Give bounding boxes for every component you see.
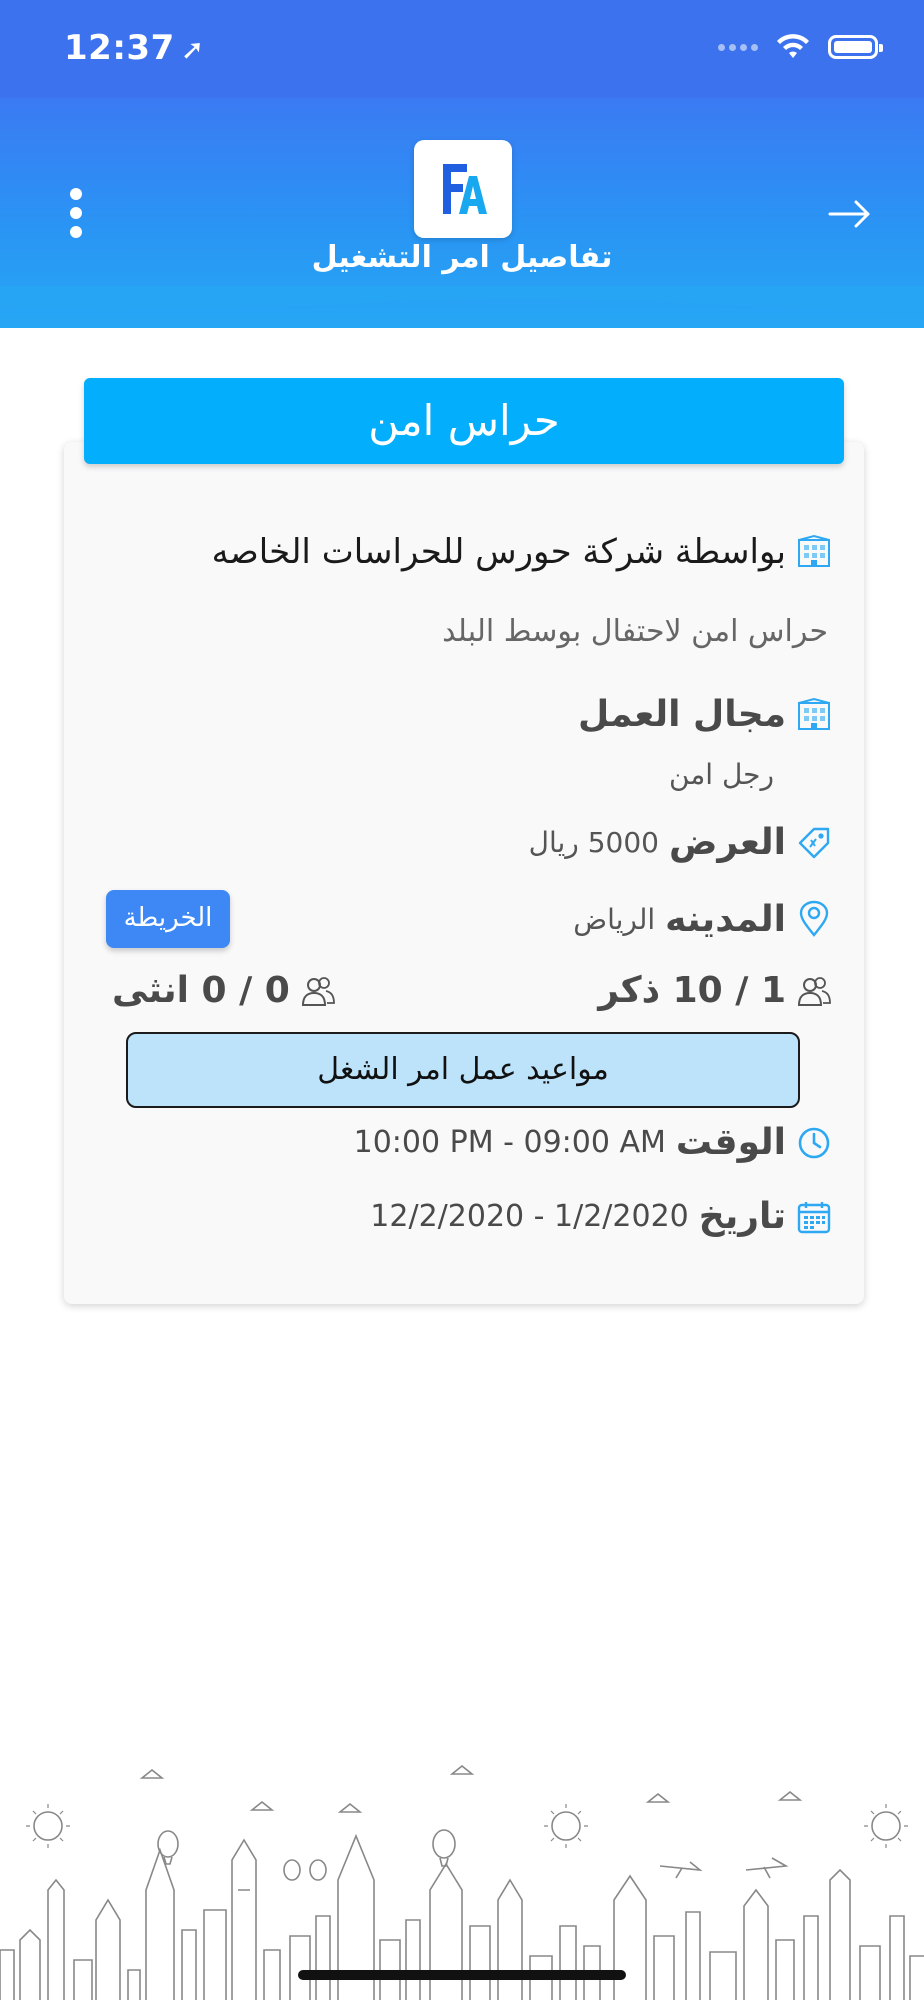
male-count: 1 / 10 ذكر — [598, 970, 786, 1011]
app-logo — [414, 140, 512, 238]
offer-row: العرض 5000 ريال — [529, 822, 832, 863]
building-icon — [798, 697, 830, 730]
users-icon — [301, 976, 335, 1006]
building-icon — [798, 534, 830, 567]
clock-icon — [798, 1127, 830, 1158]
map-button[interactable]: الخريطة — [106, 890, 230, 948]
company-name: بواسطة شركة حورس للحراسات الخاصه — [211, 532, 786, 572]
battery-icon — [828, 35, 883, 59]
cellular-signal-icon — [718, 43, 758, 51]
home-indicator — [298, 1970, 626, 1980]
female-count: 0 / 0 انثى — [112, 970, 290, 1011]
description-row: حراس امن لاحتفال بوسط البلد — [442, 614, 828, 649]
time-label: الوقت — [675, 1122, 786, 1163]
city-skyline-illustration — [0, 1764, 924, 2000]
work-field-label: مجال العمل — [578, 694, 786, 735]
work-schedule-button[interactable]: مواعيد عمل امر الشغل — [126, 1032, 800, 1108]
date-value: 12/2/2020 - 1/2/2020 — [370, 1199, 689, 1234]
date-row: تاريخ 12/2/2020 - 1/2/2020 — [370, 1196, 832, 1237]
date-label: تاريخ — [698, 1196, 786, 1237]
header-wave — [0, 286, 924, 316]
order-description: حراس امن لاحتفال بوسط البلد — [442, 614, 828, 649]
company-row: بواسطة شركة حورس للحراسات الخاصه — [212, 532, 832, 572]
city-row: المدينه الرياض — [573, 896, 832, 942]
calendar-icon — [797, 1201, 831, 1233]
work-field-row: مجال العمل — [578, 694, 832, 735]
location-arrow-icon: ➚ — [180, 33, 205, 66]
status-time-wrap: 12:37 ➚ — [64, 28, 205, 68]
logo-mark-icon — [443, 164, 487, 214]
status-time: 12:37 — [64, 28, 175, 68]
city-value: الرياض — [573, 902, 656, 936]
wifi-icon — [777, 34, 809, 58]
more-vertical-icon[interactable] — [64, 188, 88, 238]
time-value: 10:00 PM - 09:00 AM — [353, 1125, 666, 1160]
card-title: حراس امن — [84, 378, 844, 464]
price-tag-icon — [798, 827, 830, 858]
city-label: المدينه — [665, 898, 786, 940]
status-indicators — [718, 34, 883, 60]
page: 12:37 ➚ تفاصيل امر التشغيل حراس امن بواس… — [0, 0, 924, 2000]
offer-label: العرض — [669, 822, 786, 863]
page-title: تفاصيل امر التشغيل — [311, 240, 613, 275]
time-row: الوقت 10:00 PM - 09:00 AM — [354, 1122, 832, 1163]
status-bar: 12:37 ➚ — [0, 0, 924, 98]
male-count-row: 1 / 10 ذكر — [598, 970, 832, 1011]
location-pin-icon — [799, 900, 829, 937]
offer-value: 5000 ريال — [528, 826, 659, 859]
female-count-row: 0 / 0 انثى — [112, 970, 336, 1011]
arrow-right-icon[interactable] — [828, 196, 872, 232]
work-field-value: رجل امن — [668, 758, 774, 791]
users-icon — [797, 976, 831, 1006]
